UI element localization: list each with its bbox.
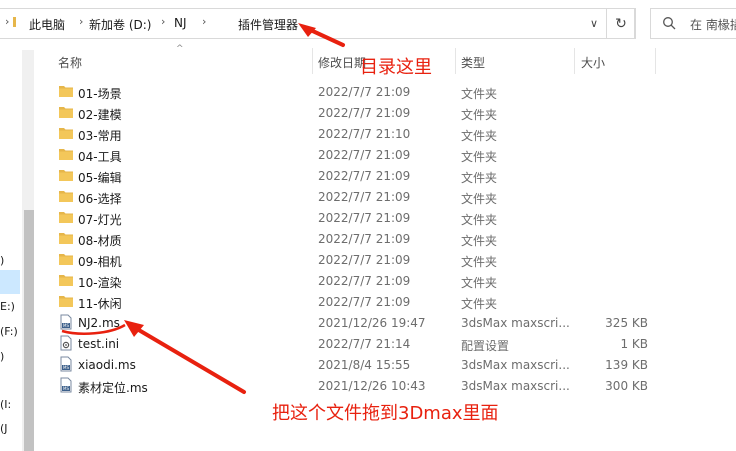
- annotation-arrowhead: [124, 320, 144, 337]
- annotation-drag-note: 把这个文件拖到3Dmax里面: [272, 403, 499, 424]
- annotation-arrowhead: [298, 23, 316, 37]
- annotation-directory-note: 目录这里: [360, 57, 432, 78]
- annotation-arrow: [130, 324, 246, 394]
- annotation-underline: [61, 323, 126, 335]
